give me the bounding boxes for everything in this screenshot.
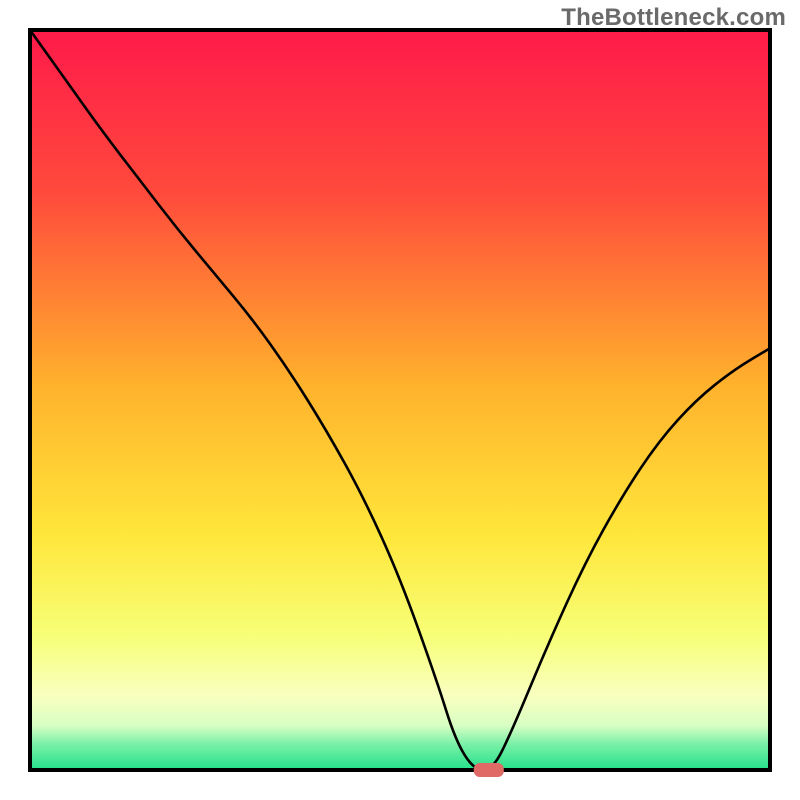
watermark-text: TheBottleneck.com xyxy=(561,4,786,32)
optimal-marker xyxy=(474,763,504,777)
plot-background xyxy=(30,30,770,770)
bottleneck-chart: TheBottleneck.com xyxy=(0,0,800,800)
chart-svg xyxy=(0,0,800,800)
